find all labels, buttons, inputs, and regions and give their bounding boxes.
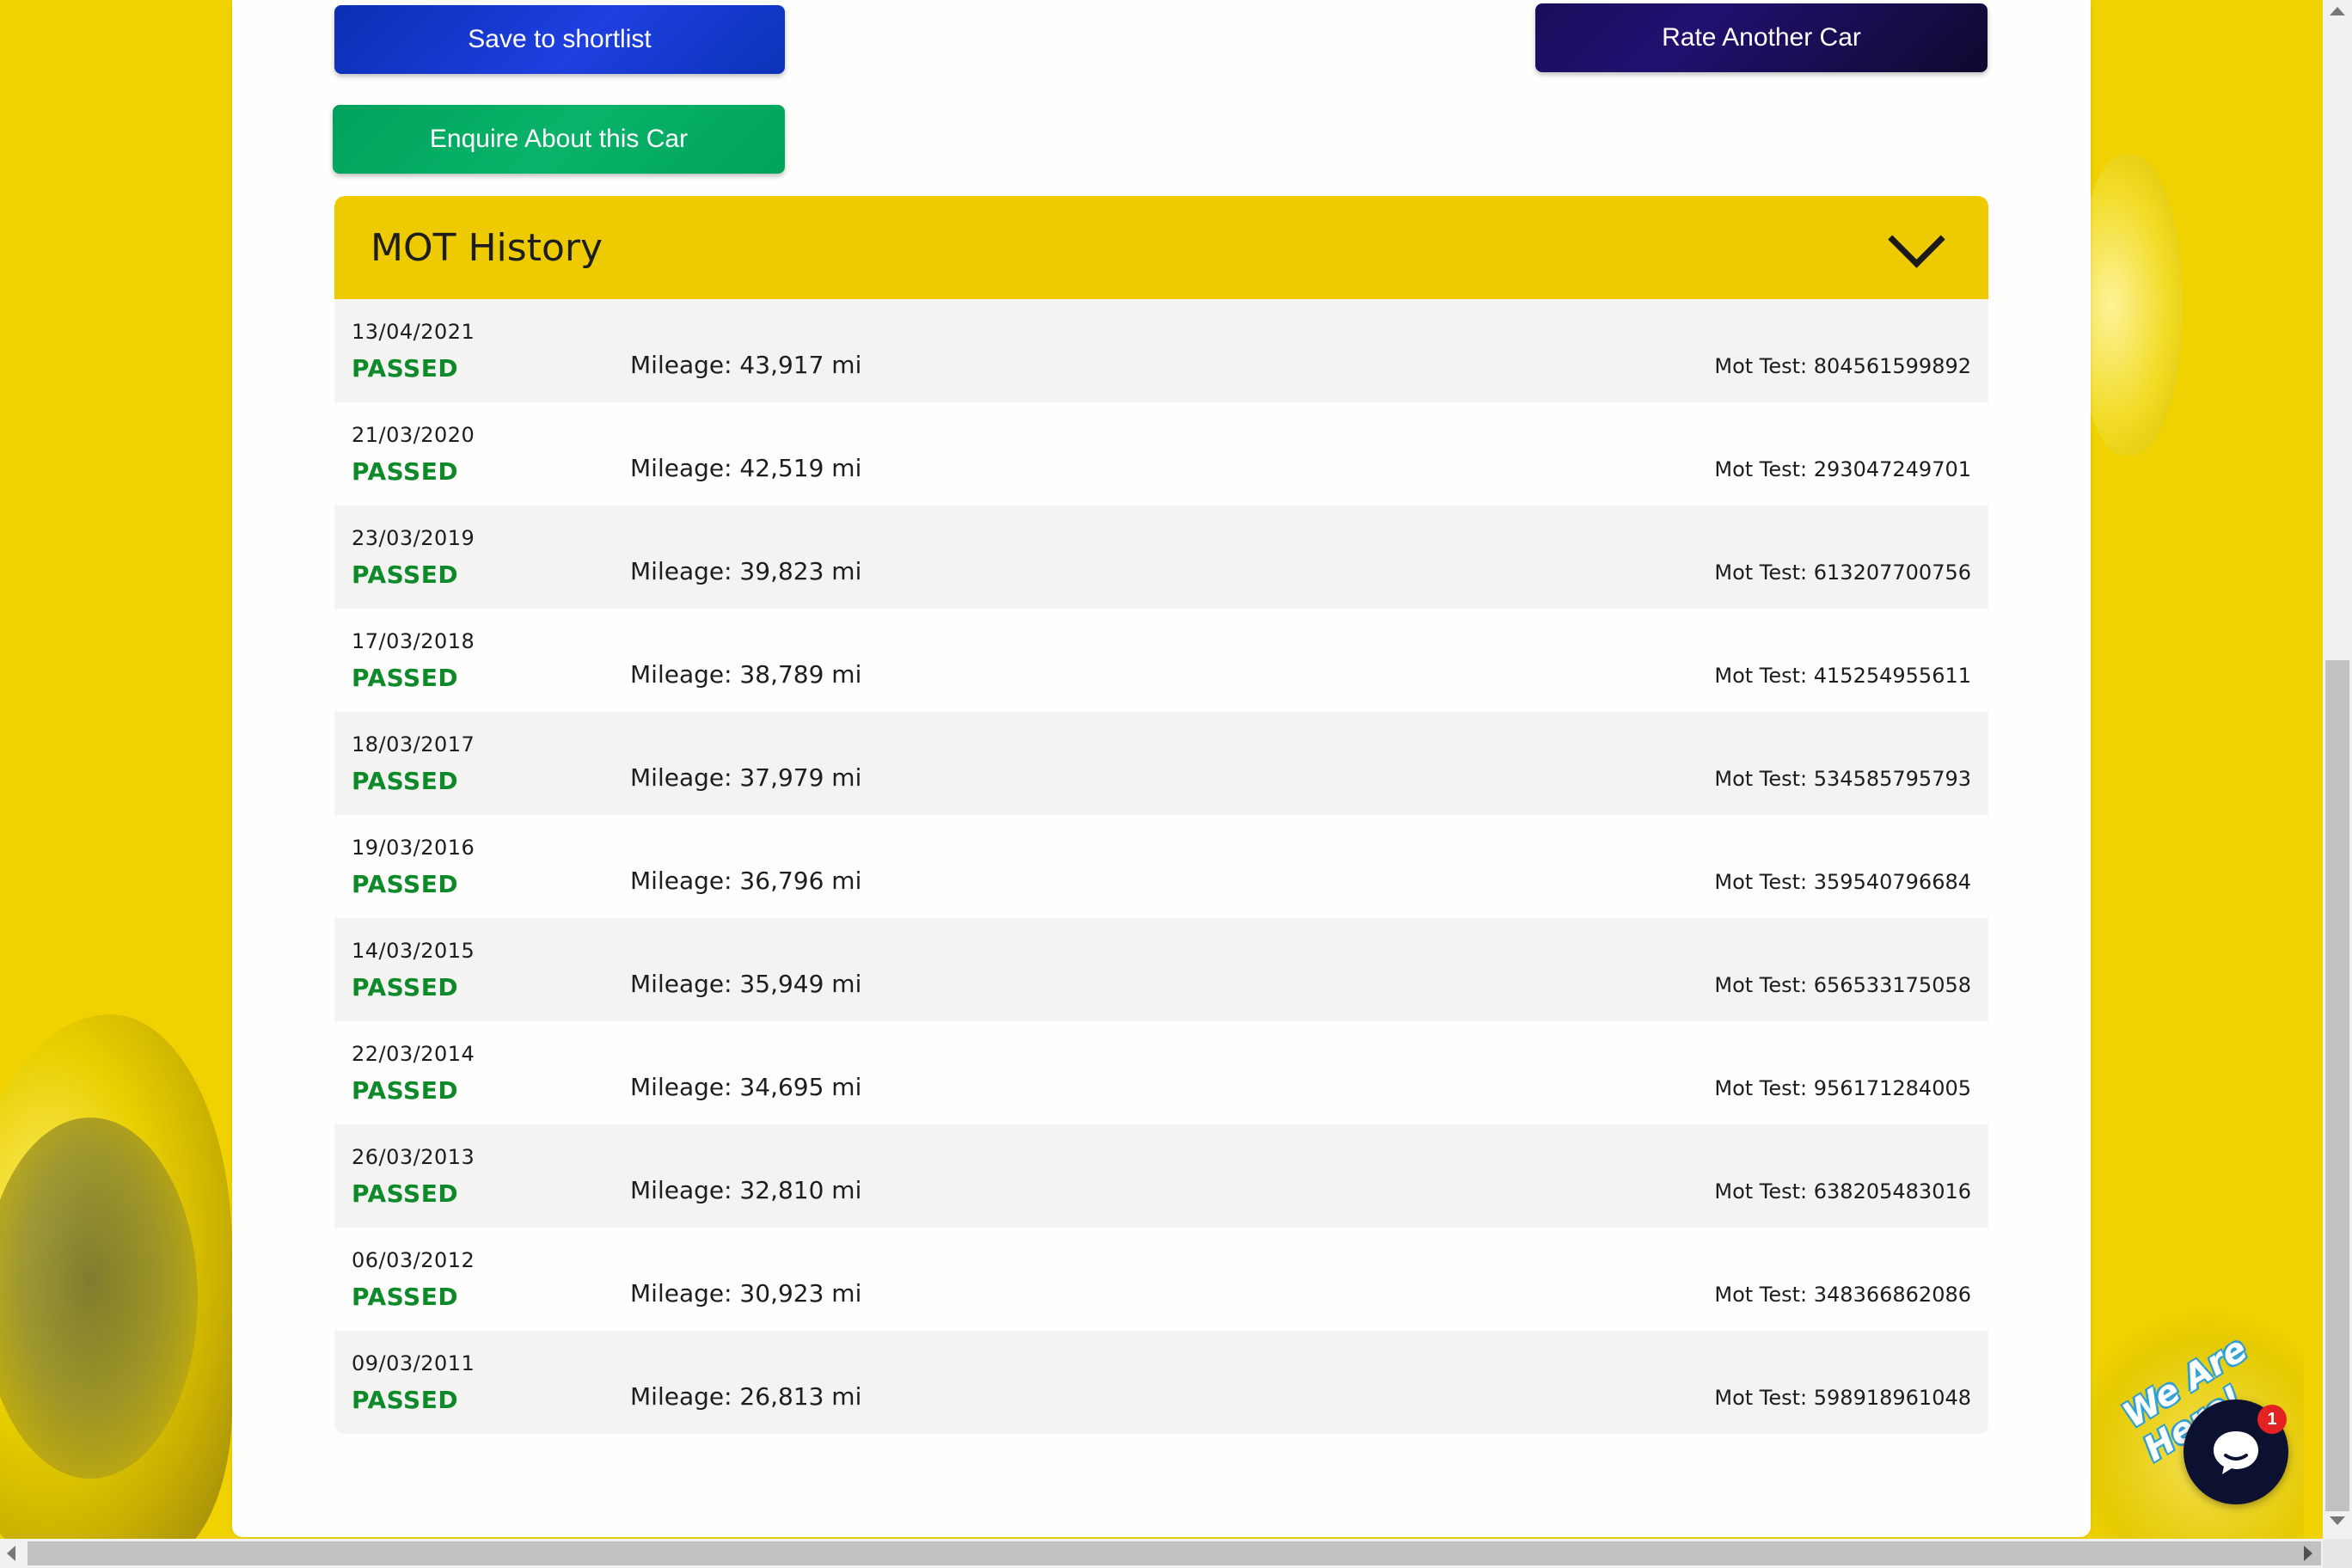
mot-mileage: Mileage: 42,519 mi <box>630 454 862 482</box>
mot-date: 18/03/2017 <box>352 732 475 756</box>
mot-history-card: MOT History 13/04/2021 PASSED Mileage: 43,… <box>334 196 1988 1434</box>
save-to-shortlist-button[interactable]: Save to shortlist <box>334 5 785 74</box>
mot-test-number: Mot Test: 656533175058 <box>1714 973 1971 997</box>
mot-mileage: Mileage: 26,813 mi <box>630 1382 862 1411</box>
mot-status-badge: PASSED <box>352 767 459 795</box>
background-car-wheel-decor <box>0 1118 198 1479</box>
notification-badge: 1 <box>2257 1405 2287 1434</box>
background-car-decor-right <box>2080 155 2184 456</box>
mot-history-row: 19/03/2016 PASSED Mileage: 36,796 mi Mot Te… <box>334 815 1988 918</box>
scroll-right-arrow-icon[interactable] <box>2304 1546 2312 1561</box>
mot-status-badge: PASSED <box>352 560 459 589</box>
mot-date: 13/04/2021 <box>352 320 475 344</box>
mot-history-row: 14/03/2015 PASSED Mileage: 35,949 mi Mot Te… <box>334 918 1988 1021</box>
chevron-down-icon[interactable] <box>1888 210 1945 268</box>
mot-history-header[interactable]: MOT History <box>334 196 1988 299</box>
mot-status-badge: PASSED <box>352 457 459 486</box>
mot-test-number: Mot Test: 359540796684 <box>1714 870 1971 894</box>
mot-date: 22/03/2014 <box>352 1042 475 1066</box>
mot-status-badge: PASSED <box>352 1386 459 1414</box>
mot-mileage: Mileage: 38,789 mi <box>630 660 862 689</box>
mot-test-number: Mot Test: 804561599892 <box>1714 354 1971 378</box>
mot-status-badge: PASSED <box>352 664 459 692</box>
mot-date: 19/03/2016 <box>352 836 475 860</box>
mot-mileage: Mileage: 43,917 mi <box>630 351 862 379</box>
mot-test-number: Mot Test: 956171284005 <box>1714 1076 1971 1100</box>
scrollbar-corner <box>2323 1539 2352 1568</box>
mot-test-number: Mot Test: 348366862086 <box>1714 1283 1971 1307</box>
vertical-scrollbar-thumb[interactable] <box>2325 660 2349 1511</box>
mot-test-number: Mot Test: 613207700756 <box>1714 560 1971 585</box>
mot-date: 17/03/2018 <box>352 629 475 653</box>
mot-mileage: Mileage: 32,810 mi <box>630 1176 862 1204</box>
scroll-up-arrow-icon[interactable] <box>2330 7 2345 15</box>
mot-date: 26/03/2013 <box>352 1145 475 1169</box>
mot-history-list: 13/04/2021 PASSED Mileage: 43,917 mi Mot Te… <box>334 299 1988 1434</box>
mot-mileage: Mileage: 35,949 mi <box>630 970 862 998</box>
mot-mileage: Mileage: 30,923 mi <box>630 1279 862 1308</box>
mot-date: 21/03/2020 <box>352 423 475 447</box>
mot-history-row: 26/03/2013 PASSED Mileage: 32,810 mi Mot Te… <box>334 1124 1988 1228</box>
mot-status-badge: PASSED <box>352 870 459 898</box>
mot-history-title: MOT History <box>371 225 603 270</box>
mot-test-number: Mot Test: 415254955611 <box>1714 664 1971 688</box>
mot-status-badge: PASSED <box>352 1283 459 1311</box>
mot-test-number: Mot Test: 598918961048 <box>1714 1386 1971 1410</box>
rate-another-car-button[interactable]: Rate Another Car <box>1535 3 1988 72</box>
mot-date: 23/03/2019 <box>352 526 475 550</box>
mot-status-badge: PASSED <box>352 354 459 383</box>
mot-test-number: Mot Test: 293047249701 <box>1714 457 1971 481</box>
mot-date: 09/03/2011 <box>352 1351 475 1375</box>
mot-date: 06/03/2012 <box>352 1248 475 1272</box>
mot-test-number: Mot Test: 534585795793 <box>1714 767 1971 791</box>
mot-history-row: 06/03/2012 PASSED Mileage: 30,923 mi Mot Te… <box>334 1228 1988 1331</box>
mot-status-badge: PASSED <box>352 1179 459 1208</box>
horizontal-scrollbar-thumb[interactable] <box>28 1541 2321 1565</box>
mot-mileage: Mileage: 36,796 mi <box>630 867 862 895</box>
mot-status-badge: PASSED <box>352 1076 459 1105</box>
scroll-left-arrow-icon[interactable] <box>7 1546 15 1561</box>
mot-history-row: 17/03/2018 PASSED Mileage: 38,789 mi Mot Te… <box>334 609 1988 712</box>
mot-date: 14/03/2015 <box>352 939 475 963</box>
mot-mileage: Mileage: 39,823 mi <box>630 557 862 585</box>
background-car-decor <box>0 1014 232 1565</box>
mot-history-row: 23/03/2019 PASSED Mileage: 39,823 mi Mot Te… <box>334 505 1988 609</box>
mot-history-row: 09/03/2011 PASSED Mileage: 26,813 mi Mot Te… <box>334 1331 1988 1434</box>
mot-history-row: 22/03/2014 PASSED Mileage: 34,695 mi Mot Te… <box>334 1021 1988 1124</box>
mot-status-badge: PASSED <box>352 973 459 1001</box>
mot-test-number: Mot Test: 638205483016 <box>1714 1179 1971 1204</box>
chat-bubble-icon <box>2214 1431 2258 1474</box>
mot-mileage: Mileage: 34,695 mi <box>630 1073 862 1101</box>
mot-history-row: 13/04/2021 PASSED Mileage: 43,917 mi Mot Te… <box>334 299 1988 402</box>
enquire-button[interactable]: Enquire About this Car <box>333 105 785 174</box>
mot-history-row: 21/03/2020 PASSED Mileage: 42,519 mi Mot Te… <box>334 402 1988 505</box>
mot-mileage: Mileage: 37,979 mi <box>630 763 862 792</box>
scroll-down-arrow-icon[interactable] <box>2330 1516 2345 1525</box>
mot-history-row: 18/03/2017 PASSED Mileage: 37,979 mi Mot Te… <box>334 712 1988 815</box>
content-panel: Save to shortlist Rate Another Car Enqui… <box>232 0 2091 1537</box>
